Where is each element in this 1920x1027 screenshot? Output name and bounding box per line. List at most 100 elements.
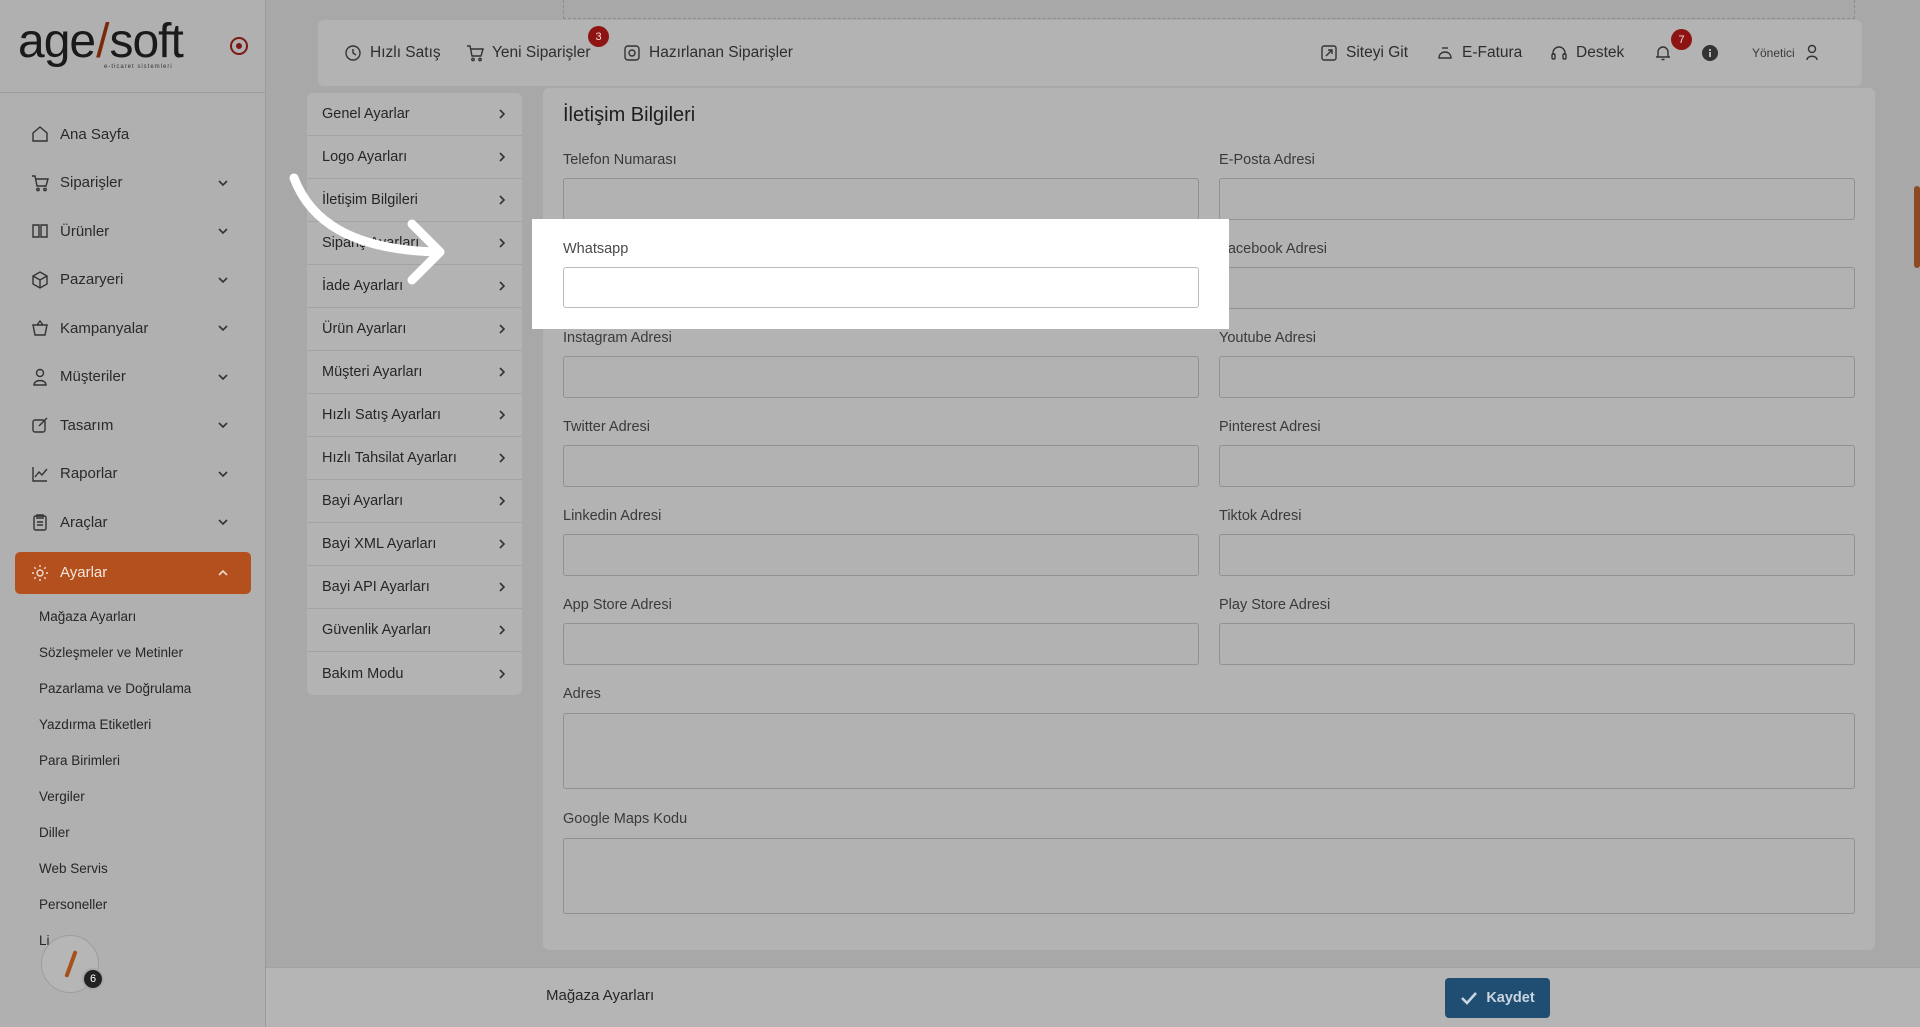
chevron-right-icon (496, 668, 508, 680)
chevron-down-icon (217, 274, 229, 286)
settings-item-label: Genel Ayarlar (322, 106, 410, 122)
pinterest-input[interactable] (1219, 445, 1855, 487)
submenu-item-store-settings[interactable]: Mağaza Ayarları (39, 598, 259, 634)
sidebar-item-label: Raporlar (60, 465, 118, 483)
chart-icon (30, 464, 50, 484)
scrollbar-thumb[interactable] (1914, 186, 1920, 268)
chevron-right-icon (496, 624, 508, 636)
go-site-link[interactable]: Siteyi Git (1320, 20, 1408, 86)
new-orders-link[interactable]: Yeni Siparişler (466, 20, 591, 86)
playstore-input[interactable] (1219, 623, 1855, 665)
new-orders-label: Yeni Siparişler (492, 44, 591, 61)
address-textarea[interactable] (563, 713, 1855, 789)
settings-item-quick-collection[interactable]: Hızlı Tahsilat Ayarları (307, 437, 522, 480)
chevron-right-icon (496, 108, 508, 120)
email-input[interactable] (1219, 178, 1855, 220)
phone-label: Telefon Numarası (563, 152, 677, 168)
bell-icon (1656, 46, 1670, 61)
settings-item-label: Bayi API Ayarları (322, 579, 430, 595)
chevron-down-icon (217, 177, 229, 189)
footer-breadcrumb: Mağaza Ayarları (546, 987, 655, 1004)
sidebar-item-design[interactable]: Tasarım (15, 401, 251, 450)
submenu-item-languages[interactable]: Diller (39, 814, 259, 850)
sidebar-item-reports[interactable]: Raporlar (15, 450, 251, 499)
sidebar-item-settings[interactable]: Ayarlar (15, 551, 251, 594)
submenu-item-contracts[interactable]: Sözleşmeler ve Metinler (39, 634, 259, 670)
instagram-input[interactable] (563, 356, 1199, 398)
address-label: Adres (563, 686, 601, 702)
external-site-icon (1321, 45, 1337, 61)
appstore-label: App Store Adresi (563, 597, 672, 613)
whatsapp-input[interactable] (563, 267, 1199, 308)
settings-item-quick-sale[interactable]: Hızlı Satış Ayarları (307, 394, 522, 437)
quick-sale-link[interactable]: Hızlı Satış (344, 20, 441, 86)
quick-sale-icon (345, 45, 361, 61)
notifications-badge: 7 (1671, 29, 1692, 50)
chevron-right-icon (496, 495, 508, 507)
submenu-item-marketing[interactable]: Pazarlama ve Doğrulama (39, 670, 259, 706)
settings-item-maintenance[interactable]: Bakım Modu (307, 652, 522, 695)
top-toolbar: Hızlı Satış Yeni Siparişler 3 Hazırlanan… (318, 20, 1862, 86)
youtube-input[interactable] (1219, 356, 1855, 398)
save-button[interactable]: Kaydet (1445, 978, 1550, 1018)
chevron-down-icon (217, 419, 229, 431)
basket-icon (30, 318, 50, 338)
facebook-label: Facebook Adresi (1219, 241, 1328, 257)
page-title: İletişim Bilgileri (563, 104, 696, 126)
submenu-item-taxes[interactable]: Vergiler (39, 778, 259, 814)
linkedin-label: Linkedin Adresi (563, 508, 662, 524)
user-icon (1806, 44, 1818, 61)
chevron-right-icon (496, 366, 508, 378)
prepared-orders-link[interactable]: Hazırlanan Siparişler (623, 20, 793, 86)
sidebar-item-products[interactable]: Ürünler (15, 207, 251, 256)
user-menu[interactable]: Yönetici (1752, 20, 1821, 86)
brand-logo[interactable]: age / soft e-ticaret sistemleri (18, 18, 218, 78)
linkedin-input[interactable] (563, 534, 1199, 576)
floating-badge: 6 (82, 968, 104, 990)
phone-input[interactable] (563, 178, 1199, 220)
headset-icon (1551, 46, 1567, 60)
settings-item-general[interactable]: Genel Ayarlar (307, 93, 522, 136)
sidebar-item-tools[interactable]: Araçlar (15, 498, 251, 547)
submenu-item-currencies[interactable]: Para Birimleri (39, 742, 259, 778)
maps-label: Google Maps Kodu (563, 811, 688, 827)
footer-bar (266, 967, 1920, 1027)
pinterest-label: Pinterest Adresi (1219, 419, 1321, 435)
settings-item-dealer-api[interactable]: Bayi API Ayarları (307, 566, 522, 609)
chevron-right-icon (496, 323, 508, 335)
playstore-label: Play Store Adresi (1219, 597, 1331, 613)
settings-item-customers[interactable]: Müşteri Ayarları (307, 351, 522, 394)
twitter-input[interactable] (563, 445, 1199, 487)
support-link[interactable]: Destek (1550, 20, 1624, 86)
settings-item-label: Ürün Ayarları (322, 321, 407, 337)
maps-code-textarea[interactable] (563, 838, 1855, 914)
sidebar-item-marketplace[interactable]: Pazaryeri (15, 256, 251, 305)
settings-item-products[interactable]: Ürün Ayarları (307, 308, 522, 351)
settings-item-dealer-xml[interactable]: Bayi XML Ayarları (307, 523, 522, 566)
sidebar: age / soft e-ticaret sistemleri Ana Sayfa … (0, 0, 266, 1027)
tiktok-input[interactable] (1219, 534, 1855, 576)
settings-item-label: Hızlı Satış Ayarları (322, 407, 441, 423)
facebook-input[interactable] (1219, 267, 1855, 309)
info-button[interactable] (1701, 20, 1727, 86)
sidebar-item-customers[interactable]: Müşteriler (15, 353, 251, 402)
sidebar-item-label: Pazaryeri (60, 271, 124, 289)
sidebar-item-campaigns[interactable]: Kampanyalar (15, 304, 251, 353)
sidebar-item-label: Ayarlar (60, 564, 108, 581)
chevron-right-icon (496, 151, 508, 163)
submenu-item-staff[interactable]: Personeller (39, 886, 259, 922)
chevron-right-icon (496, 538, 508, 550)
settings-item-dealer[interactable]: Bayi Ayarları (307, 480, 522, 523)
sidebar-item-home[interactable]: Ana Sayfa (15, 110, 251, 159)
check-icon (1461, 992, 1478, 1005)
chevron-right-icon (496, 452, 508, 464)
appstore-input[interactable] (563, 623, 1199, 665)
settings-item-security[interactable]: Güvenlik Ayarları (307, 609, 522, 652)
user-icon (30, 367, 50, 387)
sidebar-toggle-icon[interactable] (229, 36, 249, 56)
submenu-item-web-service[interactable]: Web Servis (39, 850, 259, 886)
submenu-item-print-labels[interactable]: Yazdırma Etiketleri (39, 706, 259, 742)
sidebar-item-orders[interactable]: Siparişler (15, 159, 251, 208)
einvoice-link[interactable]: E-Fatura (1436, 20, 1522, 86)
chevron-right-icon (496, 409, 508, 421)
